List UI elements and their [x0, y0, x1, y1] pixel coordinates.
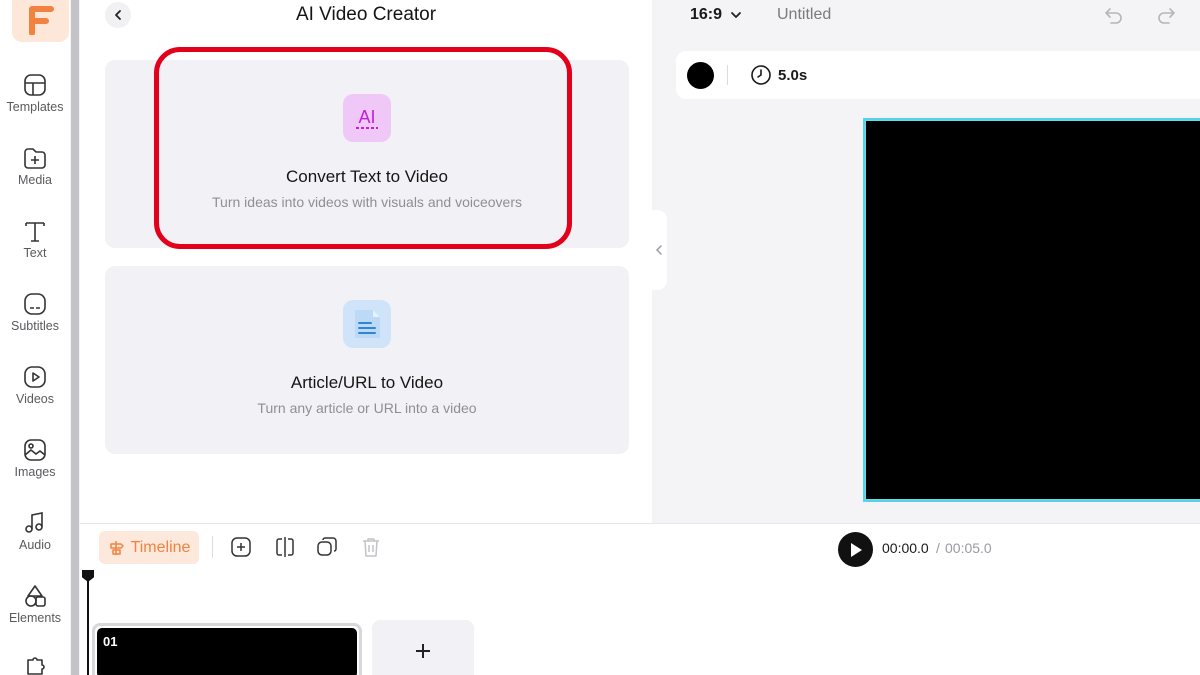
app-logo[interactable] — [12, 0, 69, 42]
rail-item-label: Templates — [6, 100, 64, 114]
duplicate-icon — [317, 537, 337, 556]
left-rail: Templates Media Text Subtitles Videos Im… — [0, 0, 70, 675]
convert-text-to-video-card[interactable]: AI Convert Text to Video Turn ideas into… — [105, 60, 629, 248]
rail-item-subtitles[interactable]: Subtitles — [0, 291, 70, 333]
subtitles-icon — [24, 293, 46, 315]
clip-number: 01 — [103, 634, 118, 649]
images-icon — [24, 439, 46, 461]
clock-icon — [751, 65, 771, 85]
timeline-panel: Timeline 00:00.0 / 00:05.0 01 — [80, 523, 1200, 675]
canvas-area: 16:9 Untitled 5.0s — [652, 0, 1200, 523]
timeline-clip[interactable]: 01 — [92, 623, 362, 675]
delete-button[interactable] — [360, 536, 382, 558]
rail-item-images[interactable]: Images — [0, 437, 70, 479]
ai-icon: AI — [343, 94, 391, 142]
split-button[interactable] — [274, 536, 296, 558]
add-box-icon — [231, 537, 251, 557]
rail-item-more[interactable] — [0, 654, 70, 675]
video-preview-canvas[interactable] — [863, 118, 1200, 502]
split-icon — [276, 537, 294, 557]
timeline-icon — [109, 540, 124, 555]
duration-value: 5.0s — [778, 66, 808, 84]
add-scene-button[interactable] — [230, 536, 252, 558]
trash-icon — [363, 538, 379, 557]
document-title[interactable]: Untitled — [777, 6, 831, 24]
rail-item-videos[interactable]: Videos — [0, 364, 70, 406]
card-subtitle: Turn ideas into videos with visuals and … — [212, 194, 522, 210]
timeline-tab-label: Timeline — [130, 538, 191, 556]
rail-item-elements[interactable]: Elements — [0, 583, 70, 625]
videos-icon — [24, 366, 46, 388]
aspect-ratio-dropdown[interactable]: 16:9 — [690, 6, 742, 24]
text-icon — [25, 222, 45, 242]
clip-thumbnail: 01 — [97, 628, 357, 675]
redo-icon — [1158, 8, 1175, 24]
rail-item-label: Elements — [8, 611, 62, 625]
rail-item-audio[interactable]: Audio — [0, 510, 70, 552]
duration-button[interactable]: 5.0s — [750, 64, 807, 86]
play-button[interactable] — [838, 532, 873, 567]
add-clip-button[interactable] — [372, 620, 474, 675]
timeline-tab[interactable]: Timeline — [99, 531, 199, 564]
preview-frame — [866, 121, 1200, 499]
rail-item-media[interactable]: Media — [0, 145, 70, 187]
ai-icon-text: AI — [358, 107, 375, 127]
rail-scrollbar[interactable] — [70, 0, 80, 675]
plus-icon — [416, 644, 430, 658]
duplicate-button[interactable] — [316, 536, 338, 558]
chevron-left-icon — [656, 245, 662, 255]
rail-item-text[interactable]: Text — [0, 218, 70, 260]
rail-item-templates[interactable]: Templates — [0, 72, 70, 114]
templates-icon — [24, 74, 46, 96]
rail-item-label: Media — [17, 173, 53, 187]
chevron-down-icon — [731, 12, 741, 18]
article-url-to-video-card[interactable]: Article/URL to Video Turn any article or… — [105, 266, 629, 454]
puzzle-icon — [27, 657, 45, 675]
card-title: Convert Text to Video — [286, 167, 448, 186]
aspect-ratio-value: 16:9 — [690, 6, 723, 23]
rail-item-label: Images — [14, 465, 56, 479]
card-title: Article/URL to Video — [290, 373, 444, 392]
elements-icon — [25, 585, 46, 607]
card-subtitle: Turn any article or URL into a video — [257, 400, 477, 416]
collapse-panel-handle[interactable] — [651, 210, 667, 290]
rail-item-label: Text — [23, 246, 47, 260]
toolbar-divider — [727, 65, 728, 85]
time-separator: / — [936, 540, 940, 556]
rail-item-label: Audio — [19, 538, 51, 552]
background-color-swatch[interactable] — [687, 62, 714, 89]
ai-video-creator-panel: AI Video Creator AI Convert Text to Vide… — [80, 0, 652, 523]
panel-title: AI Video Creator — [295, 4, 437, 25]
undo-icon — [1105, 8, 1122, 24]
logo-icon — [28, 6, 54, 35]
undo-button[interactable] — [1102, 4, 1126, 33]
scrollbar-thumb[interactable] — [71, 0, 79, 675]
total-time: 00:05.0 — [945, 540, 992, 556]
document-icon — [343, 300, 391, 348]
canvas-toolbar: 5.0s — [676, 51, 1200, 99]
redo-button[interactable] — [1154, 4, 1178, 33]
media-icon — [24, 148, 46, 169]
rail-item-label: Videos — [16, 392, 54, 406]
timeline-divider — [212, 536, 213, 558]
rail-item-label: Subtitles — [11, 319, 59, 333]
editor-topbar: 16:9 Untitled — [652, 0, 1200, 32]
play-icon — [850, 542, 862, 557]
current-time: 00:00.0 — [882, 540, 929, 556]
audio-icon — [25, 512, 43, 533]
playhead[interactable] — [87, 570, 89, 675]
